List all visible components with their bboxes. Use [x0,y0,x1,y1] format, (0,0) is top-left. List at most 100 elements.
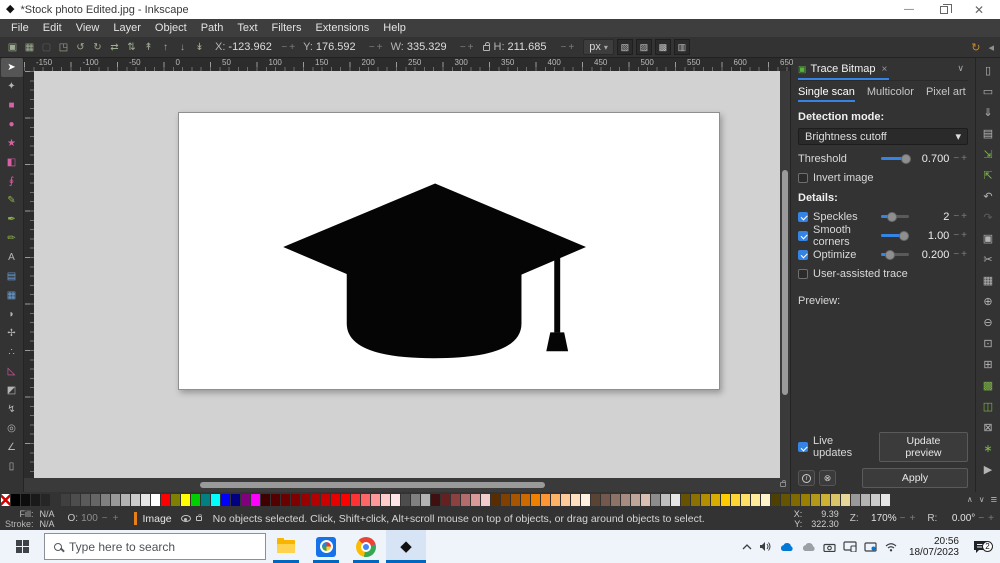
layer-visibility-icon[interactable] [181,515,191,522]
palette-swatch[interactable] [741,494,750,506]
palette-swatch[interactable] [671,494,680,506]
lock-ratio-icon[interactable] [483,45,490,51]
copy-icon[interactable]: ▣ [978,228,999,249]
w-plus[interactable]: + [467,42,475,53]
palette-swatch[interactable] [371,494,380,506]
palette-swatch[interactable] [431,494,440,506]
menu-item[interactable]: Layer [106,19,148,37]
palette-swatch[interactable] [1,494,10,506]
taskbar-clock[interactable]: 20:56 18/07/2023 [909,536,959,558]
palette-swatch[interactable] [881,494,890,506]
minimize-button[interactable]: — [904,5,914,15]
palette-swatch[interactable] [641,494,650,506]
palette-swatch[interactable] [411,494,420,506]
palette-swatch[interactable] [541,494,550,506]
rotation-value[interactable]: 0.00° [939,513,975,524]
taskbar-chrome[interactable] [346,530,386,563]
unit-dropdown[interactable]: px ▾ [583,39,614,55]
bucket-tool[interactable]: ◩ [1,381,23,400]
cast-icon[interactable] [843,541,857,552]
palette-swatch[interactable] [761,494,770,506]
invert-image-checkbox[interactable] [798,173,808,183]
palette-swatch[interactable] [591,494,600,506]
h-plus[interactable]: + [567,42,575,53]
threshold-plus[interactable]: + [960,153,968,164]
palette-swatch[interactable] [161,494,170,506]
palette-swatch[interactable] [171,494,180,506]
palette-swatch[interactable] [531,494,540,506]
zoom-tool[interactable]: ◎ [1,419,23,438]
tray-chevron-up-icon[interactable] [742,543,752,551]
snap-options-icon[interactable]: ↻ [971,41,980,54]
palette-swatch[interactable] [321,494,330,506]
smooth-corners-slider[interactable] [881,234,909,237]
rotation-minus[interactable]: − [977,513,985,524]
palette-swatch[interactable] [471,494,480,506]
zoom-page-icon[interactable]: ⊞ [978,354,999,375]
palette-swatch[interactable] [221,494,230,506]
deselect-icon[interactable]: ▢ [38,42,55,53]
palette-up-icon[interactable]: ∧ [964,495,976,504]
palette-swatch[interactable] [141,494,150,506]
taskbar-search[interactable] [44,533,266,560]
palette-swatch[interactable] [631,494,640,506]
menu-item[interactable]: Help [376,19,413,37]
palette-swatch[interactable] [851,494,860,506]
palette-swatch[interactable] [191,494,200,506]
bezier-tool[interactable]: ✒ [1,210,23,229]
lower-to-bottom-icon[interactable]: ↡ [191,42,208,53]
menu-item[interactable]: File [4,19,36,37]
zoom-1to1-icon[interactable]: ⊡ [978,333,999,354]
palette-swatch[interactable] [11,494,20,506]
palette-swatch[interactable] [61,494,70,506]
menu-item[interactable]: Text [230,19,264,37]
eraser-tool[interactable]: ◺ [1,362,23,381]
tab-multicolor[interactable]: Multicolor [867,86,914,102]
palette-menu-icon[interactable]: ≡ [988,494,1000,506]
rotate-ccw-icon[interactable]: ↺ [72,42,89,53]
canvas-page[interactable] [178,112,720,390]
palette-swatch[interactable] [791,494,800,506]
save-icon[interactable]: ⇓ [978,102,999,123]
x-plus[interactable]: + [288,42,296,53]
abort-button[interactable]: ⊗ [819,470,836,486]
duplicate-icon[interactable]: ▩ [978,375,999,396]
palette-swatch[interactable] [331,494,340,506]
unlink-clone-icon[interactable]: ⊠ [978,417,999,438]
opacity-value[interactable]: 100 [81,513,98,524]
calligraphy-tool[interactable]: ✏ [1,229,23,248]
palette-swatch[interactable] [51,494,60,506]
scale-stroke-toggle[interactable]: ▧ [617,39,633,55]
import-icon[interactable]: ⇲ [978,144,999,165]
select-all-icon[interactable]: ▣ [4,42,21,53]
flip-horizontal-icon[interactable]: ⇄ [106,42,123,53]
print-icon[interactable]: ▤ [978,123,999,144]
start-button[interactable] [0,530,44,563]
palette-swatch[interactable] [831,494,840,506]
pencil-tool[interactable]: ✎ [1,191,23,210]
palette-swatch[interactable] [721,494,730,506]
canvas[interactable] [34,71,780,478]
undo-icon[interactable]: ↶ [978,186,999,207]
palette-swatch[interactable] [441,494,450,506]
paste-icon[interactable]: ▦ [978,270,999,291]
user-assisted-checkbox[interactable] [798,269,808,279]
info-button[interactable]: i [798,470,815,486]
menu-item[interactable]: Extensions [308,19,376,37]
open-document-icon[interactable]: ▭ [978,81,999,102]
palette-swatch[interactable] [91,494,100,506]
palette-swatch[interactable] [781,494,790,506]
palette-swatch[interactable] [251,494,260,506]
notification-center[interactable]: 2 [966,539,996,554]
palette-swatch[interactable] [871,494,880,506]
measure-tool[interactable]: ∠ [1,438,23,457]
move-patterns-toggle[interactable]: ▥ [674,39,690,55]
palette-swatch[interactable] [391,494,400,506]
taskbar-file-explorer[interactable] [266,530,306,563]
layer-lock-icon[interactable] [196,516,202,521]
search-input[interactable] [69,540,229,554]
speckles-minus[interactable]: − [952,211,960,222]
restore-button[interactable] [940,6,948,14]
threshold-minus[interactable]: − [952,153,960,164]
speckles-checkbox[interactable] [798,212,808,222]
